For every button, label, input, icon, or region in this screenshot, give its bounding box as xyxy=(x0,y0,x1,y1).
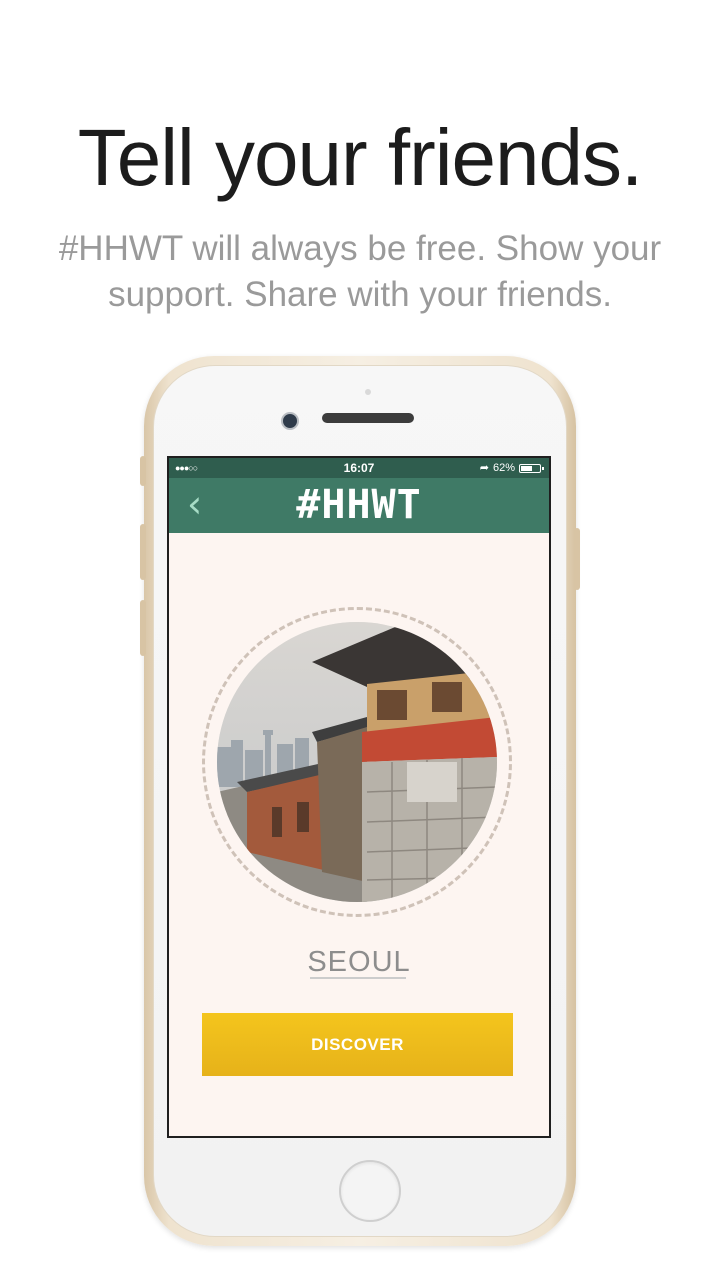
home-button[interactable] xyxy=(339,1160,401,1222)
phone-volume-down xyxy=(140,600,146,656)
battery-level xyxy=(521,465,533,471)
front-camera xyxy=(281,412,299,430)
battery-icon xyxy=(519,463,544,473)
middle-house xyxy=(317,727,367,882)
city-name[interactable]: SEOUL xyxy=(169,944,549,980)
proximity-sensor xyxy=(365,389,371,395)
city-photo[interactable] xyxy=(217,622,497,902)
location-arrow-icon: ➦ xyxy=(479,462,489,474)
promo-subline: #HHWT will always be free. Show your sup… xyxy=(58,229,662,314)
app-screen: ●●●○○ 16:07 ➦ 62% ‹ #HHWT SEOUL DISCOVER xyxy=(167,456,551,1138)
battery-percent: 62% xyxy=(492,462,515,474)
app-logo: #HHWT xyxy=(296,482,422,528)
white-panel xyxy=(407,762,457,802)
app-navbar: ●●●○○ 16:07 ➦ 62% ‹ #HHWT xyxy=(169,458,549,533)
phone-power-button xyxy=(574,528,580,590)
phone-volume-up xyxy=(140,524,146,580)
battery-tip xyxy=(542,466,544,470)
earpiece-speaker xyxy=(322,413,414,423)
city-name-underline xyxy=(310,977,406,979)
city-photo-illustration xyxy=(217,622,497,902)
phone-mute-switch xyxy=(140,456,146,486)
promo-headline: Tell your friends. xyxy=(77,113,643,202)
promo-page: Tell your friends. #HHWT will always be … xyxy=(0,0,720,1280)
discover-button[interactable]: DISCOVER xyxy=(202,1013,513,1076)
status-bar: ●●●○○ 16:07 ➦ 62% xyxy=(169,458,549,478)
status-right-group: ➦ 62% xyxy=(479,458,544,478)
